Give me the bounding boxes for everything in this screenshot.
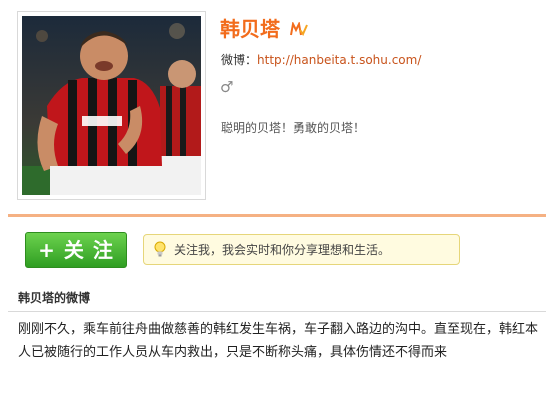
lightbulb-icon [154,241,166,257]
follow-button[interactable]: + 关 注 [25,232,127,268]
avatar-frame [17,11,206,200]
weibo-url-link[interactable]: http://hanbeita.t.sohu.com/ [257,53,421,67]
weibo-link-row: 微博：http://hanbeita.t.sohu.com/ [221,52,421,68]
section-title: 韩贝塔的微博 [18,291,91,305]
profile-name: 韩贝塔 [220,17,280,41]
profile-page: 韩贝塔 微博：http://hanbeita.t.sohu.com/ ♂ 聪明的… [0,0,550,401]
follow-tip: 关注我，我会实时和你分享理想和生活。 [143,234,460,265]
profile-bio: 聪明的贝塔！勇敢的贝塔！ [221,121,366,135]
header-divider [8,214,546,217]
follow-tip-text: 关注我，我会实时和你分享理想和生活。 [174,243,391,257]
section-divider [8,311,546,312]
weibo-label: 微博： [221,53,258,67]
post-text: 刚刚不久，乘车前往舟曲做慈善的韩红发生车祸，车子翻入路边的沟中。直至现在，韩红本… [18,322,539,360]
avatar[interactable] [22,16,201,195]
male-icon: ♂ [220,78,234,96]
sohu-verified-icon [290,22,308,36]
